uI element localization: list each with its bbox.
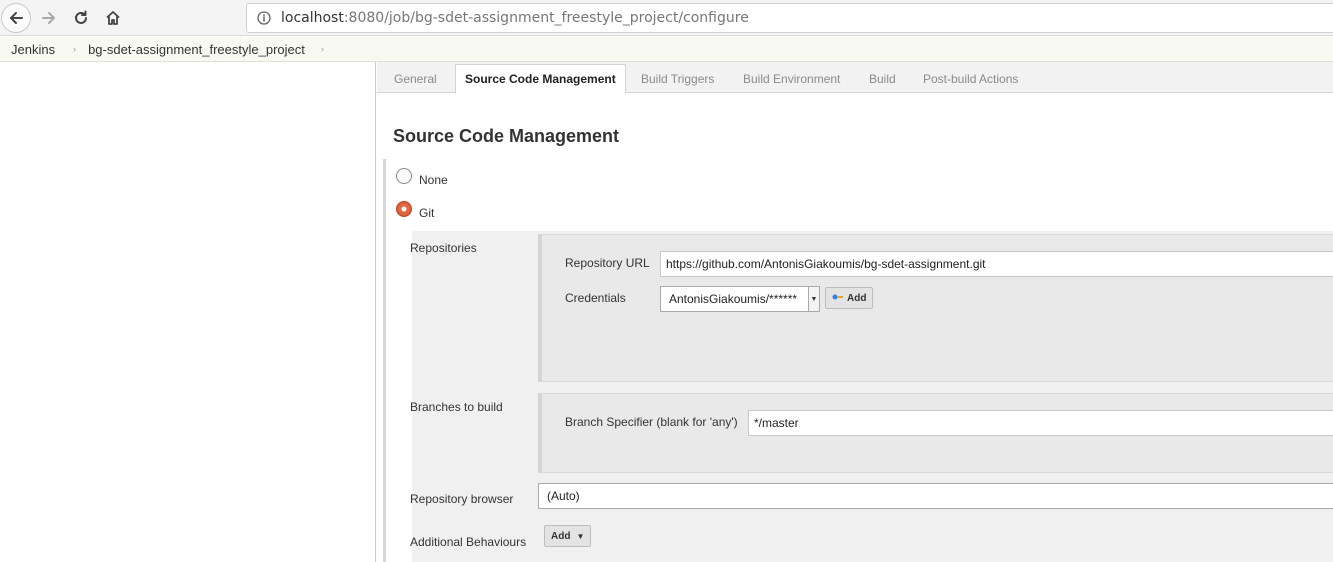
forward-button[interactable] [34, 3, 64, 33]
tab-general[interactable]: General [385, 64, 446, 93]
repositories-label: Repositories [410, 241, 477, 255]
additional-behaviours-add-label: Add [551, 530, 571, 542]
reload-button[interactable] [66, 3, 96, 33]
caret-down-icon: ▼ [576, 531, 585, 541]
repository-browser-select[interactable]: (Auto) [538, 483, 1333, 509]
credentials-value: AntonisGiakoumis/****** [669, 292, 798, 306]
credentials-add-button[interactable]: Add [825, 287, 874, 309]
url-host: localhost [281, 10, 344, 26]
home-button[interactable] [98, 3, 128, 33]
tab-build-environment[interactable]: Build Environment [734, 64, 849, 93]
url-path: :8080/job/bg-sdet-assignment_freestyle_p… [343, 10, 749, 26]
chevron-down-icon: ▼ [808, 287, 819, 311]
address-bar[interactable]: localhost:8080/job/bg-sdet-assignment_fr… [246, 3, 1333, 33]
breadcrumb-project[interactable]: bg-sdet-assignment_freestyle_project [76, 42, 305, 57]
branches-panel: Branch Specifier (blank for 'any') */mas… [538, 393, 1333, 473]
additional-behaviours-label: Additional Behaviours [410, 535, 527, 549]
scm-section: None Git Repositories Repository URL htt… [383, 159, 1333, 562]
tab-source-code-management[interactable]: Source Code Management [455, 64, 626, 94]
sidebar [0, 62, 376, 562]
repository-browser-value: (Auto) [547, 489, 580, 503]
back-button[interactable] [1, 3, 31, 33]
repository-url-input[interactable]: https://github.com/AntonisGiakoumis/bg-s… [660, 251, 1333, 277]
repository-browser-label: Repository browser [410, 492, 514, 506]
arrow-left-icon [10, 12, 23, 24]
branch-specifier-input[interactable]: */master [748, 410, 1333, 436]
breadcrumb-jenkins[interactable]: Jenkins [0, 42, 55, 57]
radio-none-label[interactable]: None [419, 173, 448, 187]
radio-none[interactable] [396, 168, 412, 184]
repository-panel: Repository URL https://github.com/Antoni… [538, 234, 1333, 382]
url-text: localhost:8080/job/bg-sdet-assignment_fr… [281, 10, 749, 26]
config-tabbar: General Source Code Management Build Tri… [377, 62, 1333, 94]
section-title: Source Code Management [393, 126, 620, 146]
tab-post-build-actions[interactable]: Post-build Actions [914, 64, 1027, 93]
additional-behaviours-add-button[interactable]: Add ▼ [544, 525, 592, 547]
breadcrumb-separator[interactable]: › [321, 44, 324, 54]
radio-git-label[interactable]: Git [419, 206, 434, 220]
tab-build-triggers[interactable]: Build Triggers [632, 64, 723, 93]
branches-label: Branches to build [410, 400, 503, 414]
info-icon[interactable] [257, 11, 271, 25]
radio-git[interactable] [396, 201, 412, 217]
breadcrumb: Jenkins › bg-sdet-assignment_freestyle_p… [0, 37, 1333, 62]
credentials-label: Credentials [565, 291, 626, 305]
reload-icon [75, 10, 87, 24]
arrow-right-icon [42, 12, 55, 24]
home-icon [106, 11, 120, 25]
tab-build[interactable]: Build [860, 64, 905, 93]
main-content: General Source Code Management Build Tri… [377, 62, 1333, 562]
git-config-area: Repositories Repository URL https://gith… [410, 231, 1333, 562]
credentials-add-label: Add [847, 292, 867, 304]
credentials-select[interactable]: AntonisGiakoumis/****** ▼ [660, 286, 820, 312]
key-icon [832, 293, 844, 304]
branch-specifier-label: Branch Specifier (blank for 'any') [565, 415, 738, 429]
repository-url-label: Repository URL [565, 256, 650, 270]
browser-toolbar: localhost:8080/job/bg-sdet-assignment_fr… [0, 0, 1333, 36]
